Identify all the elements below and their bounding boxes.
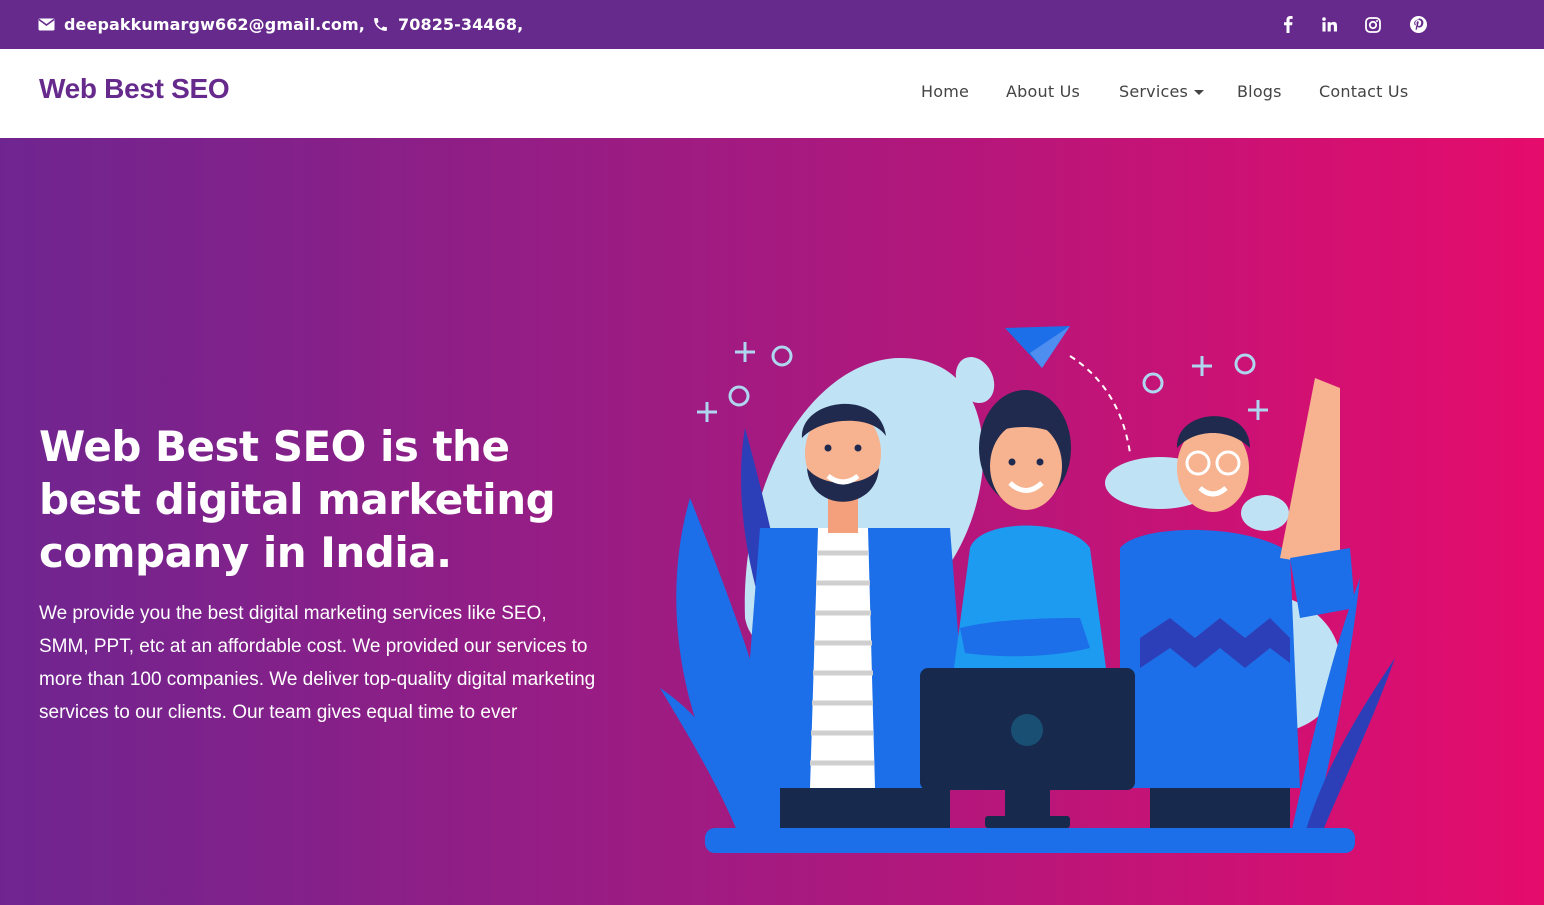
team-illustration [660, 326, 1395, 853]
instagram-icon[interactable] [1360, 0, 1386, 49]
site-logo[interactable]: Web Best SEO [39, 73, 230, 105]
envelope-icon [38, 18, 55, 31]
top-bar: deepakkumargw662@gmail.com, 70825-34468, [0, 0, 1544, 49]
nav-contact-us[interactable]: Contact Us [1319, 82, 1408, 101]
linkedin-icon[interactable] [1316, 0, 1342, 49]
email-contact[interactable]: deepakkumargw662@gmail.com, [38, 0, 365, 49]
phone-text[interactable]: 70825-34468, [398, 15, 523, 34]
hero-section: Web Best SEO is the best digital marketi… [0, 138, 1544, 905]
nav-services[interactable]: Services [1119, 82, 1205, 101]
hero-description: We provide you the best digital marketin… [39, 603, 596, 723]
phone-icon [374, 18, 387, 31]
phone-contact[interactable]: 70825-34468, [372, 0, 523, 49]
nav-about-us[interactable]: About Us [1006, 82, 1080, 101]
nav-services-label: Services [1119, 82, 1189, 101]
main-navbar: Web Best SEO Home About Us Services Blog… [0, 49, 1544, 138]
nav-home[interactable]: Home [921, 82, 969, 101]
pinterest-icon[interactable] [1405, 0, 1431, 49]
chevron-down-icon [1194, 90, 1205, 95]
facebook-icon[interactable] [1275, 0, 1301, 49]
nav-blogs[interactable]: Blogs [1237, 82, 1282, 101]
hero-title: Web Best SEO is the best digital marketi… [39, 422, 556, 577]
email-text[interactable]: deepakkumargw662@gmail.com, [64, 15, 365, 34]
